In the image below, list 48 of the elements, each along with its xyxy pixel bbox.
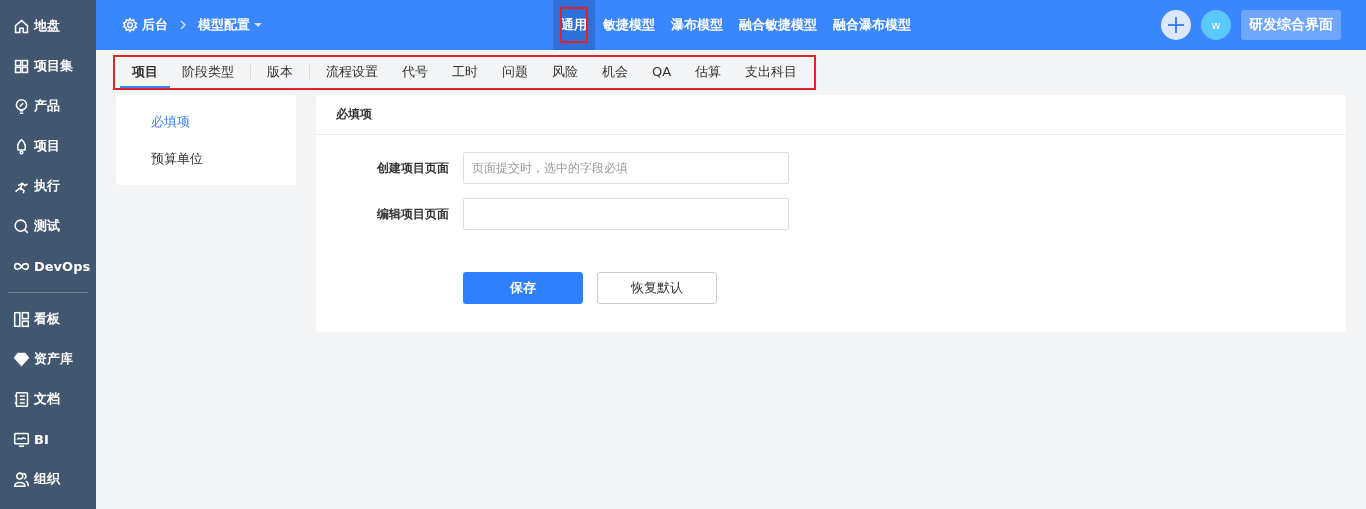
sub-tab[interactable]: 版本 — [255, 57, 305, 88]
sub-tab[interactable]: 项目 — [120, 57, 170, 88]
diamond-icon — [13, 350, 30, 368]
panel-title: 必填项 — [316, 95, 1346, 135]
sidebar-item[interactable]: 文档 — [0, 379, 96, 419]
board-icon — [13, 310, 30, 328]
sidebar-item[interactable]: 产品 — [0, 86, 96, 126]
users-icon — [13, 470, 30, 488]
input-field[interactable] — [463, 198, 789, 230]
bulb-icon — [13, 97, 30, 115]
field-label: 创建项目页面 — [376, 159, 449, 177]
sub-tab[interactable]: 机会 — [590, 57, 640, 88]
model-tab[interactable]: 通用 — [553, 0, 595, 50]
sidebar-item[interactable]: DevOps — [0, 246, 96, 286]
sub-tab[interactable]: 代号 — [390, 57, 440, 88]
input-field[interactable]: 页面提交时，选中的字段必填 — [463, 152, 789, 184]
sidebar-item[interactable]: 项目 — [0, 126, 96, 166]
sub-tab[interactable]: 工时 — [440, 57, 490, 88]
caret-icon — [254, 22, 262, 28]
home-icon — [13, 17, 30, 35]
sidebar-item[interactable]: 组织 — [0, 459, 96, 499]
grid-icon — [13, 57, 30, 75]
plus-icon — [1166, 15, 1186, 35]
sidebar-item[interactable]: 地盘 — [0, 6, 96, 46]
sub-tab[interactable]: 风险 — [540, 57, 590, 88]
search-icon — [13, 217, 30, 235]
doc-icon — [13, 390, 30, 408]
sub-tab[interactable]: QA — [640, 57, 684, 88]
sidebar-item[interactable]: 看板 — [0, 299, 96, 339]
sub-tab[interactable]: 估算 — [683, 57, 734, 88]
sidebar-item[interactable]: 执行 — [0, 166, 96, 206]
sub-tab[interactable]: 问题 — [490, 57, 540, 88]
reset-button[interactable]: 恢复默认 — [597, 272, 717, 304]
sidebar-item[interactable]: BI — [0, 419, 96, 459]
sidebar-item[interactable]: 资产库 — [0, 339, 96, 379]
side-menu-item[interactable]: 必填项 — [116, 103, 296, 140]
field-label: 编辑项目页面 — [376, 205, 449, 223]
settings-icon — [122, 17, 138, 33]
side-menu-item[interactable]: 预算单位 — [116, 140, 296, 177]
sidebar-item[interactable]: 测试 — [0, 206, 96, 246]
save-button[interactable]: 保存 — [463, 272, 583, 304]
add-button[interactable] — [1161, 10, 1191, 40]
sub-tab[interactable]: 流程设置 — [314, 57, 390, 88]
chevron-icon — [178, 20, 188, 30]
sub-tab[interactable]: 支出科目 — [733, 57, 810, 88]
monitor-icon — [13, 430, 30, 448]
sidebar-item[interactable]: 项目集 — [0, 46, 96, 86]
sub-tab[interactable]: 阶段类型 — [170, 57, 246, 88]
